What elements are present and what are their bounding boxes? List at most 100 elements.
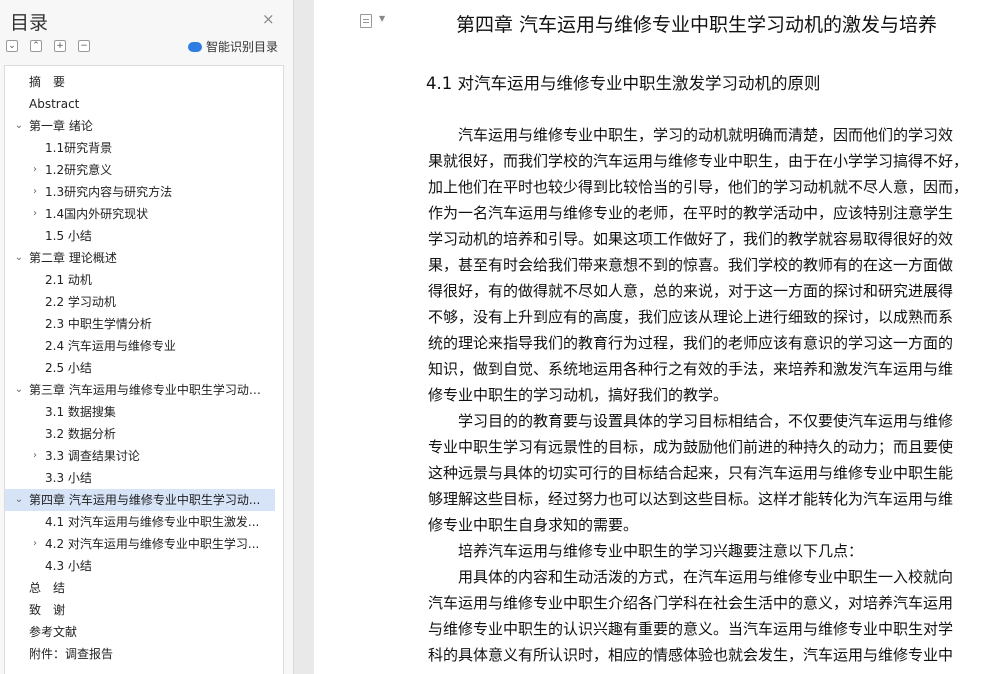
toc-item[interactable]: 3.3 小结 — [5, 467, 275, 489]
chevron-right-icon[interactable]: › — [29, 533, 41, 555]
document-page[interactable]: ▼ 第四章 汽车运用与维修专业中职生学习动机的激发与培养 4.1 对汽车运用与维… — [314, 0, 993, 674]
toc-item-label: 2.3 中职生学情分析 — [45, 317, 152, 331]
toc-item[interactable]: 2.4 汽车运用与维修专业 — [5, 335, 275, 357]
paragraph-line: 果，甚至有时会给我们带来意想不到的惊喜。我们学校的教师有的在这一方面做 — [428, 256, 954, 274]
toc-tree: 摘 要 Abstract ⌄ 第一章 绪论 1.1研究背景 › 1.2研究意义 › 1.3研究内… — [4, 65, 284, 674]
toc-item-label: 2.5 小结 — [45, 361, 92, 375]
toc-item[interactable]: › 3.3 调查结果讨论 — [5, 445, 275, 467]
toc-item[interactable]: › 1.4国内外研究现状 — [5, 203, 275, 225]
paragraph-line: 知识，做到自觉、系统地运用各种行之有效的手法，来培养和激发汽车运用与维 — [428, 360, 954, 378]
toc-item[interactable]: › 1.2研究意义 — [5, 159, 275, 181]
toc-item-label: 3.1 数据搜集 — [45, 405, 116, 419]
toc-item-label: 4.1 对汽车运用与维修专业中职生激发... — [45, 515, 260, 529]
toc-item-label: 3.3 小结 — [45, 471, 92, 485]
smart-toc-label: 智能识别目录 — [206, 40, 279, 54]
toc-item[interactable]: 2.1 动机 — [5, 269, 275, 291]
paragraph-line: 作为一名汽车运用与维修专业的老师，在平时的教学活动中，应该特别注意学生 — [428, 204, 954, 222]
paragraph-line: 加上他们在平时也较少得到比较恰当的引导，他们的学习动机就不尽人意，因而， — [428, 178, 969, 196]
chevron-down-icon[interactable]: ⌄ — [13, 489, 25, 511]
toc-item[interactable]: 1.1研究背景 — [5, 137, 275, 159]
toc-item-label: 3.3 调查结果讨论 — [45, 449, 140, 463]
chevron-down-icon[interactable]: ⌄ — [13, 379, 25, 401]
paragraph-line: 修专业中职生的学习动机，搞好我们的教学。 — [428, 386, 729, 404]
toc-item[interactable]: › 4.2 对汽车运用与维修专业中职生学习... — [5, 533, 275, 555]
toc-item[interactable]: ⌄ 第二章 理论概述 — [5, 247, 275, 269]
toc-item[interactable]: ⌄ 第三章 汽车运用与维修专业中职生学习动机... — [5, 379, 275, 401]
paragraph-line: 学习动机的培养和引导。如果这项工作做好了，我们的教学就容易取得很好的效 — [428, 230, 954, 248]
toc-item[interactable]: 2.3 中职生学情分析 — [5, 313, 275, 335]
toc-item-label: 1.5 小结 — [45, 229, 92, 243]
toc-item-label: 第一章 绪论 — [29, 119, 93, 133]
toc-item-label: 致 谢 — [29, 603, 66, 617]
toc-item-label: 1.4国内外研究现状 — [45, 207, 149, 221]
paragraph-line: 汽车运用与维修专业中职生介绍各门学科在社会生活中的意义，对培养汽车运用 — [428, 594, 954, 612]
toc-item[interactable]: 总 结 — [5, 577, 275, 599]
paragraph-line: 得很好，有的做得就不尽如人意，总的来说，对于这一方面的探讨和研究进展得 — [428, 282, 954, 300]
toc-item[interactable]: 摘 要 — [5, 71, 275, 93]
chevron-right-icon[interactable]: › — [29, 159, 41, 181]
paragraph-line: 汽车运用与维修专业中职生，学习的动机就明确而清楚，因而他们的学习效 — [428, 126, 954, 144]
close-icon[interactable]: × — [262, 10, 275, 28]
toc-item[interactable]: 4.3 小结 — [5, 555, 275, 577]
toc-item[interactable]: › 1.3研究内容与研究方法 — [5, 181, 275, 203]
paragraph-line: 科的具体意义有所认识时，相应的情感体验也就会发生，汽车运用与维修专业中 — [428, 646, 954, 664]
toc-item[interactable]: 1.5 小结 — [5, 225, 275, 247]
toc-item[interactable]: Abstract — [5, 93, 275, 115]
toc-item-label: 4.2 对汽车运用与维修专业中职生学习... — [45, 537, 260, 551]
toc-item[interactable]: 附件：调查报告 — [5, 643, 275, 665]
paragraph-line: 培养汽车运用与维修专业中职生的学习兴趣要注意以下几点： — [428, 542, 864, 560]
paragraph-line: 修专业中职生自身求知的需要。 — [428, 516, 639, 534]
paragraph-line: 专业中职生学习有远景性的目标，成为鼓励他们前进的种持久的动力；而且要使 — [428, 438, 954, 456]
section-title: 4.1 对汽车运用与维修专业中职生激发学习动机的原则 — [426, 74, 821, 93]
toc-item-label: Abstract — [29, 97, 80, 111]
toc-item-label: 3.2 数据分析 — [45, 427, 116, 441]
toc-item-label: 2.4 汽车运用与维修专业 — [45, 339, 176, 353]
paragraph-line: 统的理论来指导我们的教育行为过程，我们的老师应该有意识的学习这一方面的 — [428, 334, 954, 352]
remove-level-icon[interactable]: − — [78, 40, 90, 52]
toc-sidebar: 目录 × ⌄ ⌃ + − 智能识别目录 摘 要 Abstract ⌄ 第一章 绪论 1.… — [0, 0, 294, 674]
toc-item[interactable]: 3.2 数据分析 — [5, 423, 275, 445]
toc-item-label: 4.3 小结 — [45, 559, 92, 573]
toc-item-label: 附件：调查报告 — [29, 647, 114, 661]
toc-item[interactable]: 2.5 小结 — [5, 357, 275, 379]
add-level-icon[interactable]: + — [54, 40, 66, 52]
chevron-down-icon[interactable]: ▼ — [379, 14, 385, 23]
paragraph-line: 学习目的的教育要与设置具体的学习目标相结合，不仅要使汽车运用与维修 — [428, 412, 954, 430]
toc-item-label: 2.1 动机 — [45, 273, 92, 287]
chevron-right-icon[interactable]: › — [29, 445, 41, 467]
paragraph-line: 这种远景与具体的切实可行的目标结合起来，只有汽车运用与维修专业中职生能 — [428, 464, 954, 482]
toc-item-label: 总 结 — [29, 581, 66, 595]
toc-item-label: 2.2 学习动机 — [45, 295, 116, 309]
toc-item-label: 摘 要 — [29, 75, 66, 89]
toc-item[interactable]: 2.2 学习动机 — [5, 291, 275, 313]
sidebar-title: 目录 — [10, 12, 49, 34]
toc-item-label: 1.1研究背景 — [45, 141, 113, 155]
toc-item[interactable]: ⌄ 第一章 绪论 — [5, 115, 275, 137]
toc-item[interactable]: 致 谢 — [5, 599, 275, 621]
collapse-all-icon[interactable]: ⌄ — [6, 40, 18, 52]
smart-toc-button[interactable]: 智能识别目录 — [188, 39, 278, 55]
paragraph-line: 与维修专业中职生的认识兴趣有重要的意义。当汽车运用与维修专业中职生对学 — [428, 620, 954, 638]
paragraph-line: 用具体的内容和生动活泼的方式，在汽车运用与维修专业中职生一入校就向 — [428, 568, 954, 586]
toc-item[interactable]: ⌄ 第四章 汽车运用与维修专业中职生学习动... — [5, 489, 275, 511]
toc-item[interactable]: 4.1 对汽车运用与维修专业中职生激发... — [5, 511, 275, 533]
toc-item-label: 第三章 汽车运用与维修专业中职生学习动机... — [29, 383, 269, 397]
toc-item-label: 第二章 理论概述 — [29, 251, 117, 265]
cloud-icon — [188, 42, 202, 52]
chevron-right-icon[interactable]: › — [29, 181, 41, 203]
chevron-down-icon[interactable]: ⌄ — [13, 115, 25, 137]
paragraph-line: 够理解这些目标，经过努力也可以达到这些目标。这样才能转化为汽车运用与维 — [428, 490, 954, 508]
chapter-title: 第四章 汽车运用与维修专业中职生学习动机的激发与培养 — [456, 14, 938, 36]
toc-item[interactable]: 参考文献 — [5, 621, 275, 643]
paragraph-line: 不够，没有上升到应有的高度，我们应该从理论上进行细致的探讨，以成熟而系 — [428, 308, 954, 326]
toc-item-label: 1.3研究内容与研究方法 — [45, 185, 173, 199]
toc-item-label: 第四章 汽车运用与维修专业中职生学习动... — [29, 493, 261, 507]
chevron-right-icon[interactable]: › — [29, 203, 41, 225]
toc-item-label: 1.2研究意义 — [45, 163, 113, 177]
document-icon[interactable] — [360, 14, 372, 28]
chevron-down-icon[interactable]: ⌄ — [13, 247, 25, 269]
toc-item-label: 参考文献 — [29, 625, 78, 639]
toc-item[interactable]: 3.1 数据搜集 — [5, 401, 275, 423]
expand-all-icon[interactable]: ⌃ — [30, 40, 42, 52]
paragraph-line: 果就很好，而我们学校的汽车运用与维修专业中职生，由于在小学学习搞得不好， — [428, 152, 969, 170]
